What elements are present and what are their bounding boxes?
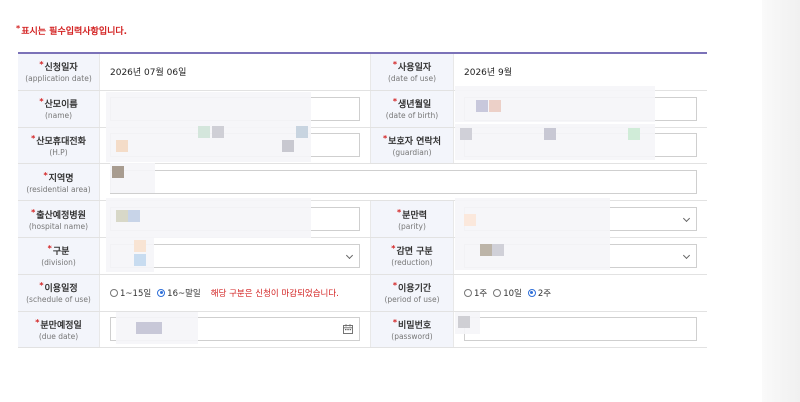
label-name: *산모이름 (name) bbox=[18, 90, 100, 127]
calendar-icon[interactable] bbox=[343, 324, 353, 335]
value-password bbox=[454, 312, 707, 348]
label-residential-area: *지역명 (residential area) bbox=[18, 164, 100, 201]
label-application-date: *신청일자 (application date) bbox=[18, 54, 100, 90]
period-option-10-days[interactable]: 10일 bbox=[493, 287, 522, 299]
label-due-date: *분만예정일 (due date) bbox=[18, 311, 100, 348]
radio-unselected[interactable] bbox=[110, 288, 118, 297]
blur-blob bbox=[458, 316, 470, 328]
blur-blob bbox=[464, 214, 476, 226]
period-option-1-week[interactable]: 1주 bbox=[464, 287, 487, 299]
value-date-of-use: 2026년 9월 bbox=[454, 54, 707, 90]
blur-blob bbox=[136, 322, 162, 334]
form-row-schedule: *이용일정 (schedule of use) 1~15일 16~말일 해당 구… bbox=[18, 274, 707, 312]
period-option-2-weeks[interactable]: 2주 bbox=[527, 287, 551, 299]
label-date-of-birth: *생년월일 (date of birth) bbox=[370, 90, 454, 127]
blur-blob bbox=[489, 100, 501, 112]
password-input[interactable] bbox=[464, 317, 697, 342]
label-reduction: *감면 구분 (reduction) bbox=[370, 237, 454, 274]
radio-unselected[interactable] bbox=[493, 288, 502, 297]
blur-blob bbox=[476, 100, 488, 112]
blur-blob bbox=[134, 254, 146, 266]
application-date-text: 2026년 07월 06일 bbox=[110, 68, 187, 79]
blur-blob bbox=[296, 126, 308, 138]
required-notice: *표시는 필수입력사항입니다. bbox=[16, 24, 128, 37]
blur-blob bbox=[116, 140, 128, 152]
blur-blob bbox=[116, 210, 128, 222]
value-residential-area bbox=[100, 164, 707, 200]
label-period-of-use: *이용기간 (period of use) bbox=[370, 274, 454, 311]
blur-blob bbox=[628, 128, 640, 140]
schedule-radio-group: 1~15일 16~말일 해당 구분은 신청이 마감되었습니다. bbox=[110, 287, 339, 299]
label-date-of-use: *사용일자 (date of use) bbox=[370, 54, 454, 90]
value-application-date: 2026년 07월 06일 bbox=[100, 54, 370, 90]
label-schedule-of-use: *이용일정 (schedule of use) bbox=[18, 274, 100, 311]
radio-unselected[interactable] bbox=[464, 288, 472, 297]
schedule-option-1-15[interactable]: 1~15일 bbox=[110, 287, 151, 299]
schedule-option-16-end[interactable]: 16~말일 bbox=[157, 287, 201, 299]
blur-blob bbox=[112, 166, 124, 178]
page-scroll-gutter bbox=[762, 0, 800, 402]
label-hospital-name: *출산예정병원 (hospital name) bbox=[18, 201, 100, 237]
redaction-overlay bbox=[455, 198, 610, 270]
radio-selected[interactable] bbox=[157, 288, 166, 297]
period-radio-group: 1주 10일 2주 bbox=[464, 287, 551, 299]
label-password: *비밀번호 (password) bbox=[370, 311, 454, 348]
label-guardian: *보호자 연락처 (guardian) bbox=[370, 127, 454, 164]
label-hp: *산모휴대전화 (H.P) bbox=[18, 127, 100, 164]
blur-blob bbox=[492, 244, 504, 256]
residential-area-input[interactable] bbox=[110, 170, 697, 195]
blur-blob bbox=[212, 126, 224, 138]
blur-blob bbox=[282, 140, 294, 152]
required-star: * bbox=[16, 24, 21, 33]
radio-selected[interactable] bbox=[527, 288, 536, 297]
blur-blob bbox=[134, 240, 146, 252]
redaction-overlay bbox=[106, 238, 154, 272]
blur-blob bbox=[544, 128, 556, 140]
value-schedule-of-use: 1~15일 16~말일 해당 구분은 신청이 마감되었습니다. bbox=[100, 275, 370, 311]
blur-blob bbox=[460, 128, 472, 140]
blur-blob bbox=[480, 244, 492, 256]
label-parity: *분만력 (parity) bbox=[370, 201, 454, 237]
blur-blob bbox=[198, 126, 210, 138]
blur-blob bbox=[128, 210, 140, 222]
label-division: *구분 (division) bbox=[18, 237, 100, 274]
value-period-of-use: 1주 10일 2주 bbox=[454, 275, 707, 311]
date-of-use-text: 2026년 9월 bbox=[464, 68, 513, 79]
schedule-closed-message: 해당 구분은 신청이 마감되었습니다. bbox=[210, 288, 339, 299]
